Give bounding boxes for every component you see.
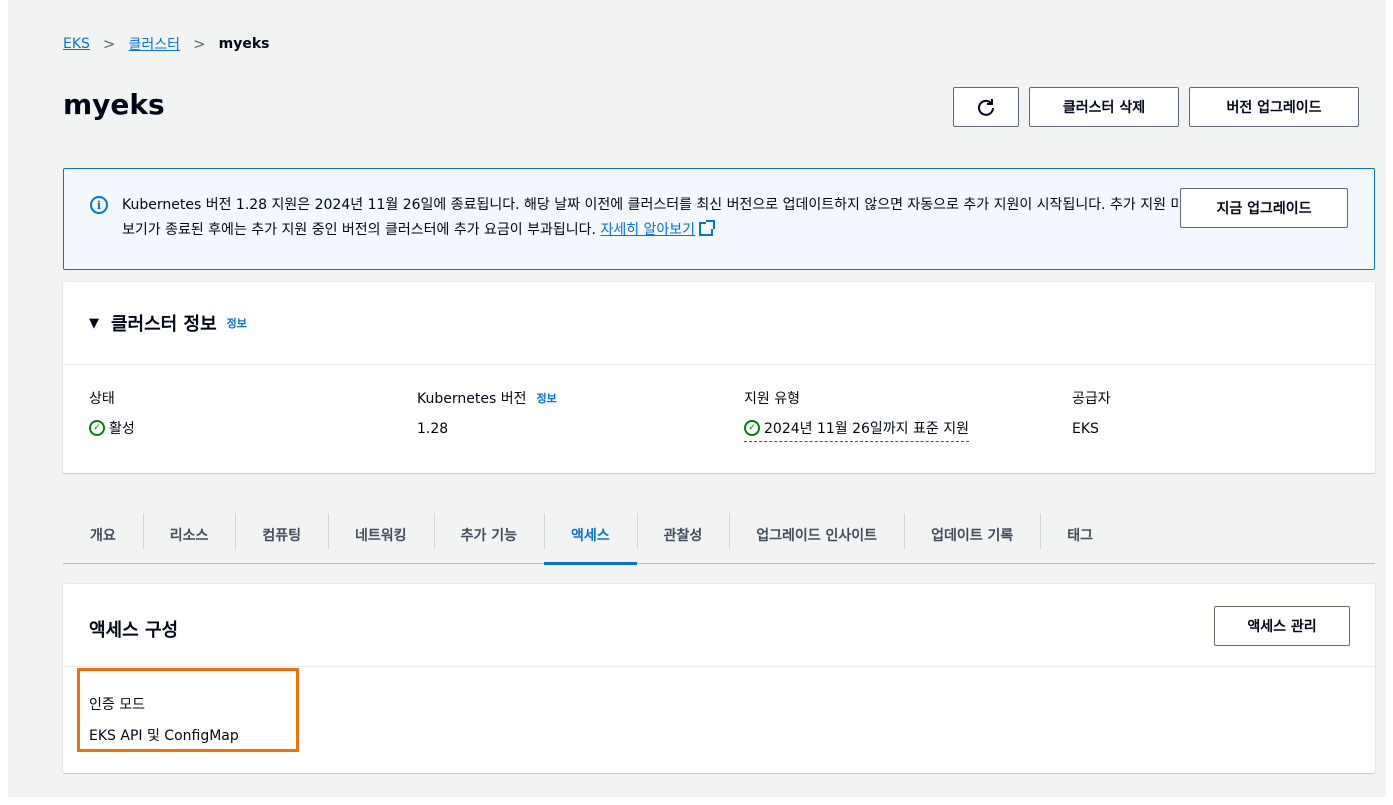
success-check-icon: ✓ [744,420,760,436]
tab-resources[interactable]: 리소스 [142,506,236,564]
tab-bar: 개요 리소스 컴퓨팅 네트워킹 추가 기능 액세스 관찰성 업그레이드 인사이트… [63,506,1375,565]
success-check-icon: ✓ [89,420,105,436]
divider [63,364,1375,365]
k8s-version-label-row: Kubernetes 버전 정보 [417,388,557,408]
learn-more-label: 자세히 알아보기 [600,222,696,238]
info-banner: i Kubernetes 버전 1.28 지원은 2024년 11월 26일에 … [63,168,1375,270]
tab-tags[interactable]: 태그 [1040,506,1120,564]
delete-cluster-button[interactable]: 클러스터 삭제 [1029,87,1179,127]
tab-observability[interactable]: 관찰성 [636,506,730,564]
upgrade-now-button[interactable]: 지금 업그레이드 [1180,188,1348,228]
page: EKS > 클러스터 > myeks myeks 클러스터 삭제 버전 업그레이… [8,0,1386,797]
cluster-info-panel: ▼ 클러스터 정보 정보 상태 ✓ 활성 Kubernetes 버전 정보 1.… [63,282,1375,473]
cluster-info-link[interactable]: 정보 [227,315,247,331]
status-label: 상태 [89,391,115,407]
tab-access[interactable]: 액세스 [543,506,637,565]
cluster-info-header[interactable]: ▼ 클러스터 정보 정보 [89,310,247,336]
support-type-text: 2024년 11월 26일까지 표준 지원 [764,421,969,437]
breadcrumb-separator: > [193,35,206,53]
k8s-version-label: Kubernetes 버전 [417,391,527,407]
refresh-icon [978,99,994,116]
status-text: 활성 [109,421,135,437]
tab-add-ons[interactable]: 추가 기능 [433,506,544,564]
external-link-icon [699,220,716,236]
k8s-version-field: Kubernetes 버전 정보 1.28 [417,388,557,437]
refresh-button[interactable] [953,87,1019,127]
support-type-label: 지원 유형 [744,391,800,407]
tab-compute[interactable]: 컴퓨팅 [235,506,328,564]
provider-field: 공급자 EKS [1072,388,1111,437]
status-field: 상태 ✓ 활성 [89,388,135,438]
divider [63,666,1375,667]
info-icon: i [90,196,108,214]
k8s-version-info-link[interactable]: 정보 [536,390,556,406]
manage-access-button[interactable]: 액세스 관리 [1214,606,1350,646]
breadcrumb-current: myeks [218,36,270,52]
breadcrumb-eks-link[interactable]: EKS [63,36,90,52]
banner-message: Kubernetes 버전 1.28 지원은 2024년 11월 26일에 종료… [122,193,1202,243]
caret-down-icon[interactable]: ▼ [89,316,99,331]
tab-upgrade-insights[interactable]: 업그레이드 인사이트 [729,506,904,564]
cluster-info-title: 클러스터 정보 [111,314,217,335]
auth-mode-value: EKS API 및 ConfigMap [89,728,239,744]
auth-mode-label: 인증 모드 [89,697,145,713]
header-actions: 클러스터 삭제 버전 업그레이드 [953,87,1359,127]
page-title: myeks [63,88,165,121]
breadcrumb-separator: > [102,35,116,53]
tab-networking[interactable]: 네트워킹 [328,506,434,564]
support-type-field: 지원 유형 ✓ 2024년 11월 26일까지 표준 지원 [744,388,969,442]
tab-update-history[interactable]: 업데이트 기록 [904,506,1040,564]
access-config-title: 액세스 구성 [89,620,179,641]
tab-overview[interactable]: 개요 [63,506,143,564]
status-value: ✓ 활성 [89,418,135,438]
k8s-version-value: 1.28 [417,421,449,437]
support-type-value[interactable]: ✓ 2024년 11월 26일까지 표준 지원 [744,418,969,442]
provider-label: 공급자 [1072,391,1111,407]
provider-value: EKS [1072,421,1099,437]
learn-more-link[interactable]: 자세히 알아보기 [600,220,716,238]
breadcrumb-clusters-link[interactable]: 클러스터 [129,34,181,54]
access-config-panel: 액세스 구성 액세스 관리 인증 모드 EKS API 및 ConfigMap [63,584,1375,773]
breadcrumb: EKS > 클러스터 > myeks [63,34,269,54]
upgrade-version-button[interactable]: 버전 업그레이드 [1189,87,1359,127]
